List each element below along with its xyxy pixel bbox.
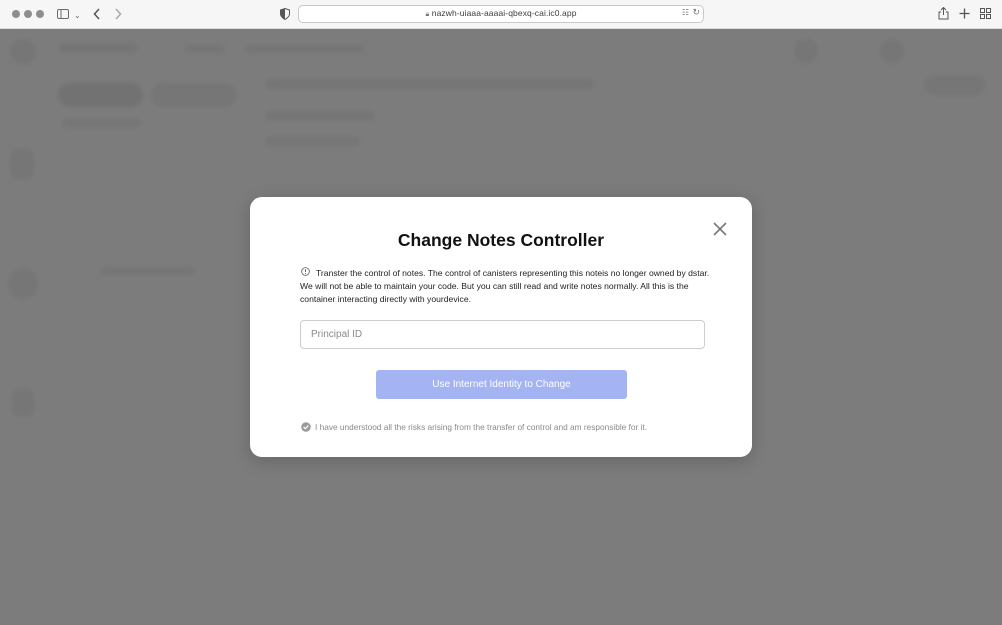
zoom-window-button[interactable]: [36, 10, 44, 18]
minimize-window-button[interactable]: [24, 10, 32, 18]
share-icon[interactable]: [938, 7, 949, 20]
address-bar[interactable]: 🔒︎ nazwh-uiaaa-aaaai-qbexq-cai.ic0.app ☷…: [298, 5, 704, 23]
chevron-down-icon[interactable]: ⌄: [74, 8, 81, 24]
close-window-button[interactable]: [12, 10, 20, 18]
checkbox-checked-icon[interactable]: [301, 422, 311, 432]
reload-icon[interactable]: ↻: [692, 7, 700, 18]
close-icon[interactable]: [712, 221, 728, 237]
tab-overview-icon[interactable]: [980, 8, 991, 19]
sidebar-icon[interactable]: [57, 9, 69, 19]
browser-toolbar: ⌄ 🔒︎ nazwh-uiaaa-aaaai-qbexq-cai.ic0.app…: [0, 0, 1002, 29]
shield-icon[interactable]: [280, 8, 290, 20]
back-icon[interactable]: [93, 8, 101, 20]
lock-icon: 🔒︎: [425, 11, 430, 18]
change-controller-dialog: Change Notes Controller Transter the con…: [250, 197, 752, 457]
forward-icon[interactable]: [114, 8, 122, 20]
use-internet-identity-button[interactable]: Use Internet Identity to Change: [376, 370, 627, 399]
url-row: 🔒︎ nazwh-uiaaa-aaaai-qbexq-cai.ic0.app: [299, 8, 703, 19]
agreement-label: I have understood all the risks arising …: [315, 422, 648, 432]
translate-icon[interactable]: ☷: [682, 8, 689, 17]
warning-description: Transter the control of notes. The contr…: [300, 268, 710, 304]
dialog-title: Change Notes Controller: [397, 230, 605, 250]
principal-id-input[interactable]: [300, 320, 705, 349]
url-text: nazwh-uiaaa-aaaai-qbexq-cai.ic0.app: [431, 8, 577, 18]
new-tab-icon[interactable]: [959, 8, 970, 19]
